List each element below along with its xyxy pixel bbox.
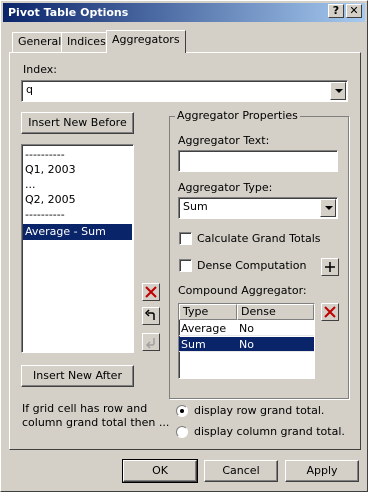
- plus-icon: [325, 262, 335, 272]
- apply-button[interactable]: Apply: [285, 460, 359, 482]
- cancel-button[interactable]: Cancel: [204, 460, 278, 482]
- compound-aggregator-label: Compound Aggregator:: [178, 284, 307, 297]
- list-item-selected[interactable]: Average - Sum: [23, 224, 132, 240]
- cell-dense: No: [237, 337, 314, 352]
- column-header-type[interactable]: Type: [179, 304, 237, 320]
- index-label: Index:: [23, 63, 57, 76]
- delete-x-icon: [324, 306, 336, 318]
- delete-item-button[interactable]: [142, 283, 160, 301]
- aggregator-text-input[interactable]: [178, 150, 338, 172]
- redo-icon: [145, 338, 155, 349]
- help-button[interactable]: ?: [328, 4, 344, 18]
- list-item[interactable]: Q1, 2003: [23, 162, 132, 178]
- aggregator-properties-title: Aggregator Properties: [175, 109, 300, 122]
- close-icon: ✕: [349, 4, 359, 17]
- cell-dense: No: [237, 321, 314, 336]
- window-title: Pivot Table Options: [8, 6, 129, 19]
- calculate-grand-totals-label: Calculate Grand Totals: [197, 232, 321, 245]
- ok-button[interactable]: OK: [122, 459, 198, 483]
- add-compound-button[interactable]: [321, 258, 339, 276]
- pivot-table-options-dialog: Pivot Table Options ? ✕ General Indices …: [0, 0, 368, 492]
- cell-type: Average: [179, 321, 237, 336]
- aggregator-list[interactable]: ---------- Q1, 2003 ... Q2, 2005 -------…: [21, 144, 134, 353]
- index-value: q: [26, 83, 33, 96]
- list-item[interactable]: Q2, 2005: [23, 192, 132, 208]
- tab-aggregators[interactable]: Aggregators: [106, 30, 186, 53]
- display-column-grand-total-label: display column grand total.: [194, 425, 345, 438]
- close-button[interactable]: ✕: [346, 4, 362, 18]
- chevron-down-icon[interactable]: [320, 199, 336, 217]
- insert-new-after-button[interactable]: Insert New After: [21, 365, 134, 387]
- aggregator-type-select[interactable]: Sum: [178, 197, 338, 219]
- redo-button[interactable]: [142, 333, 160, 351]
- undo-icon: [144, 309, 155, 320]
- list-item[interactable]: ----------: [23, 207, 132, 223]
- undo-button[interactable]: [142, 307, 160, 325]
- chevron-down-icon[interactable]: [330, 82, 346, 100]
- delete-compound-button[interactable]: [321, 303, 339, 321]
- display-row-grand-total-radio[interactable]: [176, 405, 188, 417]
- list-item[interactable]: ...: [23, 177, 132, 193]
- grand-total-question: If grid cell has row and column grand to…: [22, 402, 170, 429]
- aggregator-type-label: Aggregator Type:: [178, 181, 273, 194]
- aggregator-type-value: Sum: [183, 200, 208, 213]
- tab-general[interactable]: General: [12, 32, 68, 52]
- cell-type: Sum: [179, 337, 237, 352]
- aggregator-text-label: Aggregator Text:: [178, 134, 270, 147]
- column-header-dense[interactable]: Dense: [237, 304, 314, 320]
- display-column-grand-total-radio[interactable]: [176, 426, 188, 438]
- compound-aggregator-grid[interactable]: Type Dense Average No Sum No: [178, 303, 315, 379]
- delete-x-icon: [145, 286, 157, 298]
- dense-computation-checkbox[interactable]: [179, 259, 192, 272]
- title-bar: Pivot Table Options: [3, 3, 365, 22]
- calculate-grand-totals-checkbox[interactable]: [179, 232, 192, 245]
- list-item[interactable]: ----------: [23, 147, 132, 163]
- dense-computation-label: Dense Computation: [197, 259, 307, 272]
- index-combobox[interactable]: q: [21, 80, 348, 102]
- insert-new-before-button[interactable]: Insert New Before: [21, 112, 134, 134]
- display-row-grand-total-label: display row grand total.: [194, 404, 325, 417]
- tab-indices[interactable]: Indices: [61, 32, 112, 52]
